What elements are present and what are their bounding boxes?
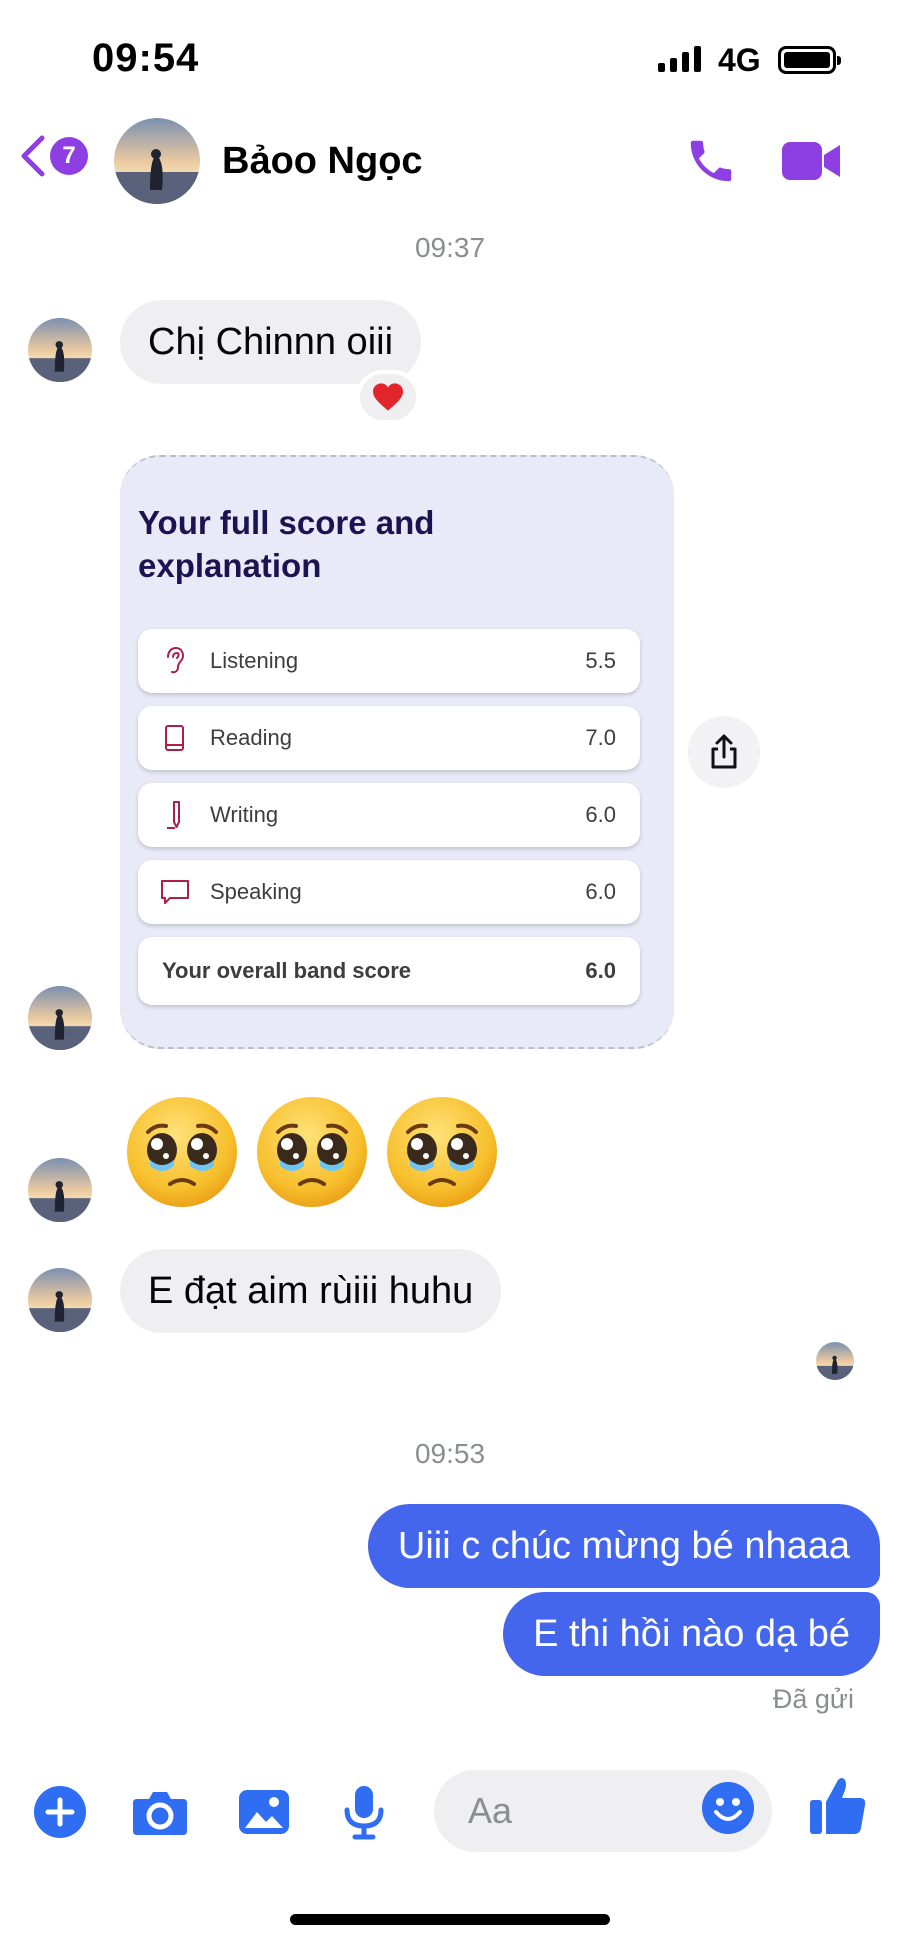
speech-bubble-icon xyxy=(160,875,190,909)
contact-avatar[interactable] xyxy=(114,118,200,204)
emoji-icon xyxy=(702,1782,754,1834)
score-value: 5.5 xyxy=(585,648,616,673)
book-icon xyxy=(160,721,190,755)
reaction-badge[interactable] xyxy=(356,370,420,424)
outgoing-message[interactable]: E thi hồi nào dạ bé xyxy=(503,1592,880,1676)
phone-icon xyxy=(690,140,732,182)
heart-icon xyxy=(373,383,403,411)
ear-icon xyxy=(160,644,190,678)
back-button[interactable]: 7 xyxy=(18,134,88,178)
score-row-listening: Listening 5.5 xyxy=(138,629,640,693)
sent-status: Đã gửi xyxy=(772,1684,854,1714)
camera-icon xyxy=(133,1792,187,1835)
unread-count-badge: 7 xyxy=(50,137,88,175)
signal-icon xyxy=(658,46,701,72)
add-button[interactable] xyxy=(30,1782,90,1842)
voice-button[interactable] xyxy=(334,1782,394,1842)
video-camera-icon xyxy=(782,142,840,180)
pleading-face-emoji xyxy=(254,1094,370,1210)
share-icon xyxy=(711,734,737,769)
incoming-message[interactable]: E đạt aim rùiii huhu xyxy=(120,1249,502,1333)
camera-button[interactable] xyxy=(130,1782,190,1842)
message-timestamp: 09:53 xyxy=(414,1438,486,1469)
image-icon xyxy=(239,1790,289,1834)
status-time: 09:54 xyxy=(92,36,200,80)
microphone-icon xyxy=(344,1786,384,1840)
score-value: 6.0 xyxy=(585,802,616,827)
sender-avatar[interactable] xyxy=(28,986,92,1050)
status-bar: 09:54 4G xyxy=(0,0,900,110)
score-value: 7.0 xyxy=(585,725,616,750)
plus-icon xyxy=(34,1786,86,1838)
message-timestamp: 09:37 xyxy=(414,232,486,263)
battery-icon xyxy=(778,46,841,74)
score-card-title: Your full score and explanation xyxy=(138,504,435,584)
message-composer: Aa xyxy=(0,1760,900,1860)
chat-header: 7 Bảoo Ngọc xyxy=(0,110,900,210)
thumbs-up-icon xyxy=(810,1778,866,1834)
pencil-icon xyxy=(160,798,190,832)
contact-name[interactable]: Bảoo Ngọc xyxy=(222,140,423,183)
outgoing-message[interactable]: Uiii c chúc mừng bé nhaaa xyxy=(367,1504,880,1588)
score-row-overall: Your overall band score 6.0 xyxy=(138,937,640,1005)
score-value: 6.0 xyxy=(585,879,616,904)
emoji-button[interactable] xyxy=(700,1780,756,1836)
call-button[interactable] xyxy=(684,134,738,188)
seen-indicator-avatar xyxy=(816,1342,854,1380)
like-button[interactable] xyxy=(808,1774,868,1838)
score-card-image[interactable]: Your full score and explanation Listenin… xyxy=(120,455,674,1049)
pleading-face-emoji xyxy=(384,1094,500,1210)
score-row-speaking: Speaking 6.0 xyxy=(138,860,640,924)
share-button[interactable] xyxy=(688,716,760,788)
sender-avatar[interactable] xyxy=(28,318,92,382)
sender-avatar[interactable] xyxy=(28,1158,92,1222)
pleading-face-emoji xyxy=(124,1094,240,1210)
chevron-left-icon xyxy=(21,135,45,177)
gallery-button[interactable] xyxy=(234,1782,294,1842)
score-row-reading: Reading 7.0 xyxy=(138,706,640,770)
home-indicator[interactable] xyxy=(290,1914,610,1925)
overall-score-value: 6.0 xyxy=(585,958,616,983)
score-row-writing: Writing 6.0 xyxy=(138,783,640,847)
network-type: 4G xyxy=(718,42,761,78)
sender-avatar[interactable] xyxy=(28,1268,92,1332)
video-call-button[interactable] xyxy=(780,138,842,184)
